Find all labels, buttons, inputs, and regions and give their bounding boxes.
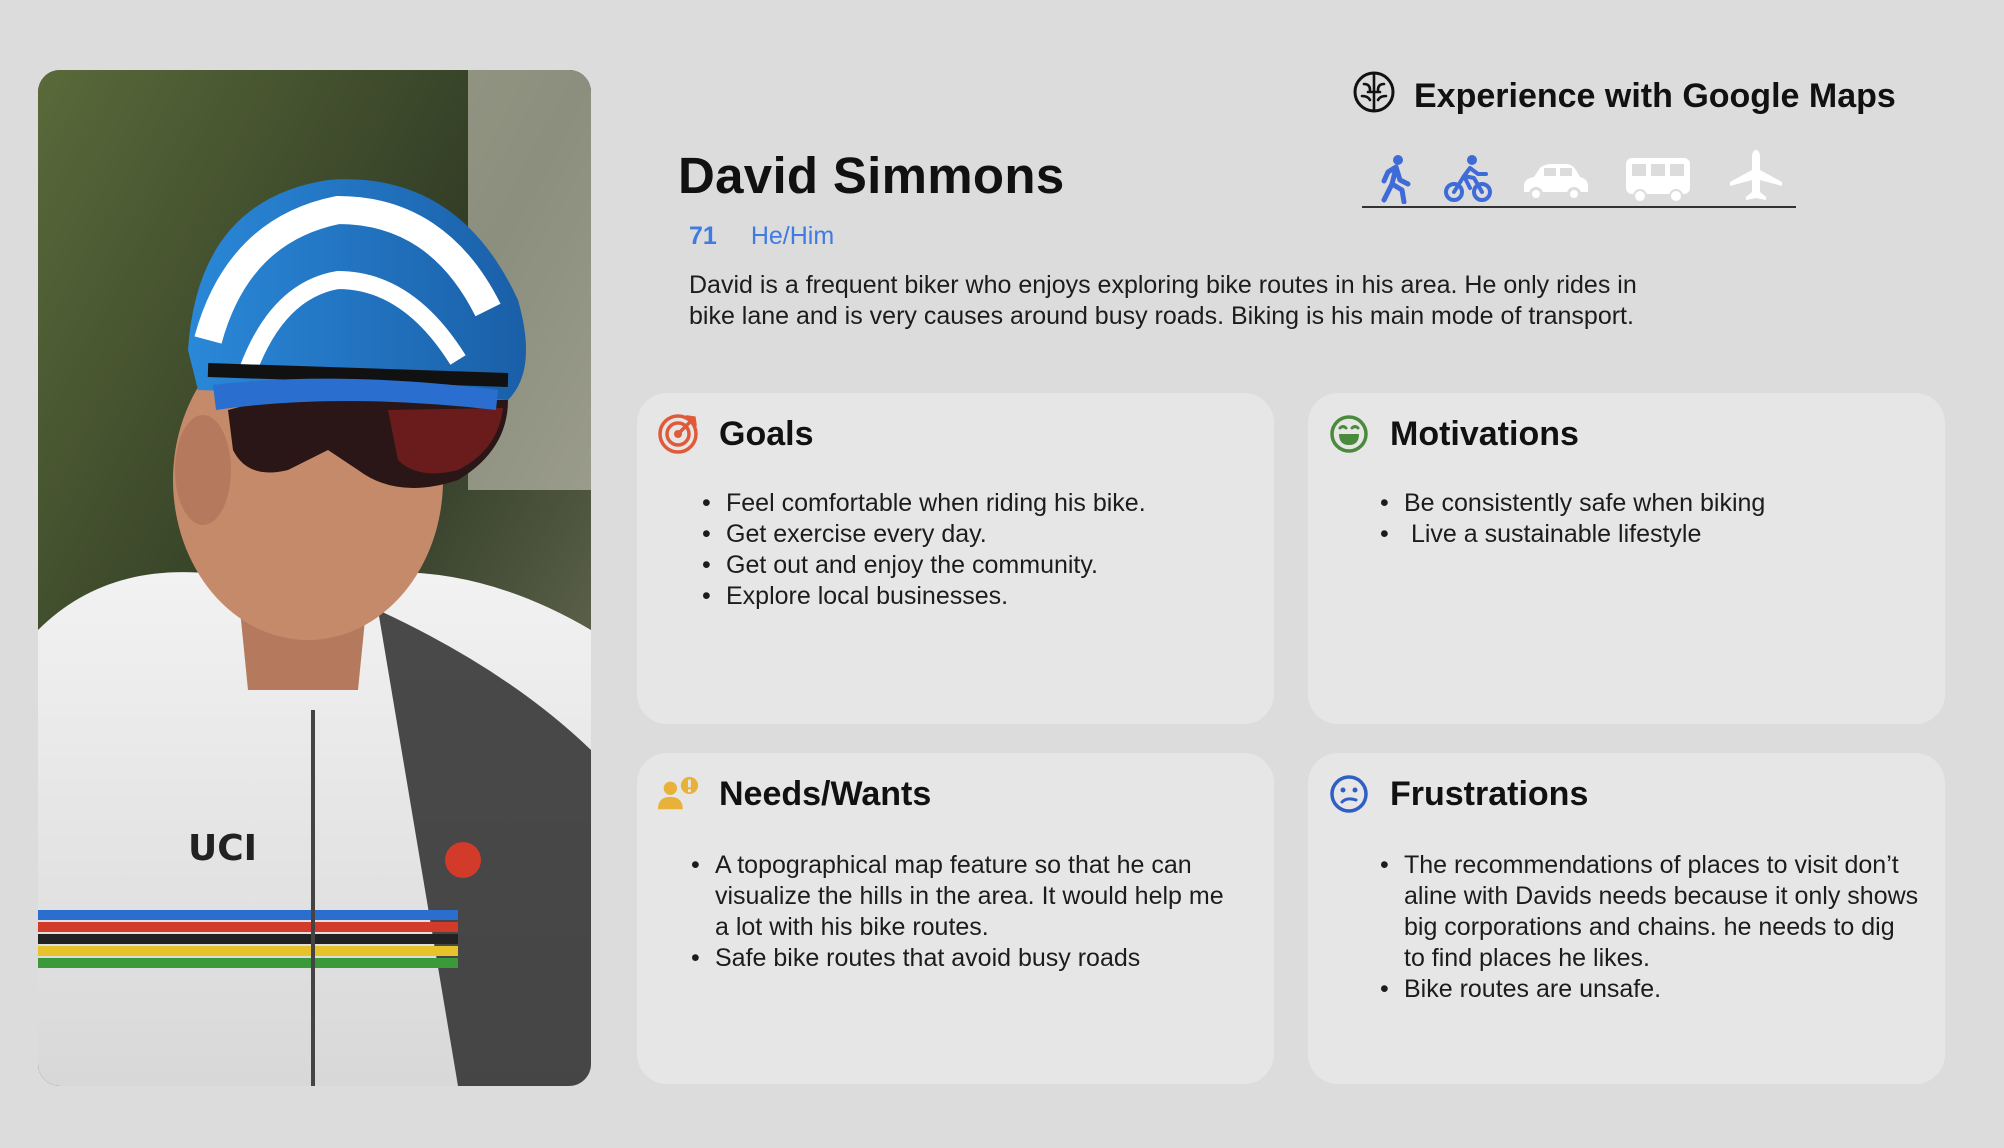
frustrations-list: The recommendations of places to visit d… — [1380, 850, 1920, 1005]
car-icon[interactable] — [1520, 162, 1590, 204]
persona-photo: UCI — [38, 70, 591, 1086]
brain-icon — [1350, 68, 1398, 125]
persona-meta: 71 He/Him — [689, 222, 834, 251]
list-item: Live a sustainable lifestyle — [1380, 519, 1920, 550]
frustrations-title: Frustrations — [1390, 774, 1589, 813]
goals-card: Goals Feel comfortable when riding his b… — [637, 393, 1274, 724]
list-item: Safe bike routes that avoid busy roads — [691, 943, 1231, 974]
bike-icon[interactable] — [1444, 154, 1492, 204]
needs-title: Needs/Wants — [719, 774, 932, 813]
frustrations-header: Frustrations — [1328, 773, 1588, 815]
happy-face-icon — [1328, 413, 1370, 455]
svg-text:UCI: UCI — [188, 828, 257, 869]
persona-age: 71 — [689, 222, 717, 250]
list-item: Be consistently safe when biking — [1380, 488, 1920, 519]
list-item: A topographical map feature so that he c… — [691, 850, 1231, 943]
needs-card: Needs/Wants A topographical map feature … — [637, 753, 1274, 1084]
list-item: The recommendations of places to visit d… — [1380, 850, 1920, 974]
confused-face-icon — [1328, 773, 1370, 815]
walk-icon[interactable] — [1374, 154, 1414, 204]
goals-header: Goals — [657, 413, 813, 455]
persona-bio: David is a frequent biker who enjoys exp… — [689, 271, 1637, 330]
needs-header: Needs/Wants — [657, 773, 931, 815]
list-item: Get exercise every day. — [702, 519, 1242, 550]
motivations-header: Motivations — [1328, 413, 1579, 455]
motivations-list: Be consistently safe when biking Live a … — [1380, 488, 1920, 550]
bus-icon[interactable] — [1624, 156, 1692, 204]
persona-name: David Simmons — [678, 147, 1065, 204]
person-idea-icon — [657, 773, 699, 815]
list-item: Explore local businesses. — [702, 581, 1242, 612]
motivations-title: Motivations — [1390, 414, 1579, 453]
list-item: Get out and enjoy the community. — [702, 550, 1242, 581]
target-icon — [657, 413, 699, 455]
motivations-card: Motivations Be consistently safe when bi… — [1308, 393, 1945, 724]
needs-list: A topographical map feature so that he c… — [691, 850, 1231, 974]
experience-title: Experience with Google Maps — [1414, 77, 1896, 115]
transport-modes — [1362, 150, 1796, 208]
list-item: Feel comfortable when riding his bike. — [702, 488, 1242, 519]
goals-list: Feel comfortable when riding his bike. G… — [702, 488, 1242, 612]
frustrations-card: Frustrations The recommendations of plac… — [1308, 753, 1945, 1084]
list-item: Bike routes are unsafe. — [1380, 974, 1920, 1005]
experience-header: Experience with Google Maps — [1350, 68, 1896, 125]
goals-title: Goals — [719, 414, 814, 453]
persona-pronouns: He/Him — [750, 222, 835, 250]
plane-icon[interactable] — [1728, 148, 1784, 204]
